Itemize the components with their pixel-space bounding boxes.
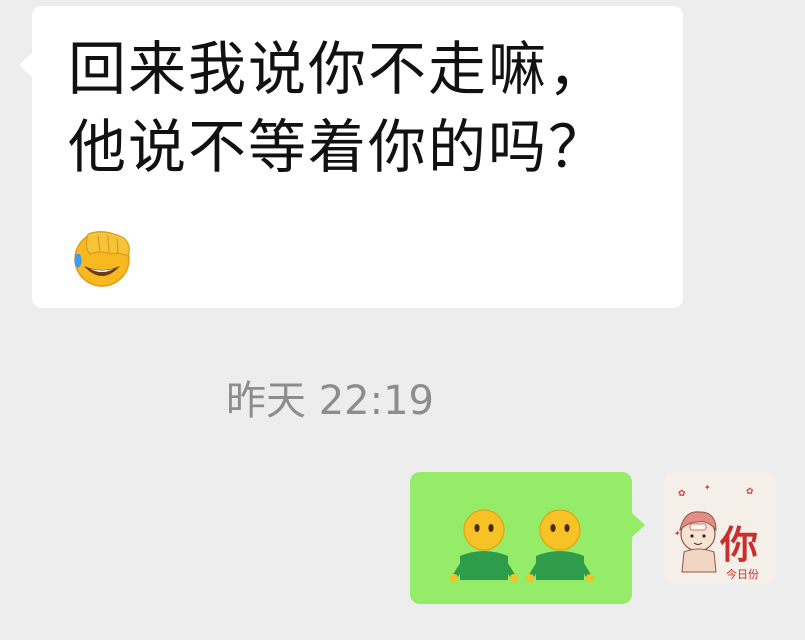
chat-window: 回来我说你不走嘛， 他说不等着你的吗？ 昨天 22:19 ✿ ✦ ✿ ✦ 你 今…	[0, 0, 805, 640]
avatar-illustration: ✿ ✦ ✿ ✦ 你 今日份	[664, 472, 776, 584]
message-text-line-1: 回来我说你不走嘛，	[68, 35, 609, 103]
person-icon	[526, 509, 594, 582]
incoming-message-bubble[interactable]: 回来我说你不走嘛， 他说不等着你的吗？	[19, 6, 683, 308]
message-timestamp: 昨天 22:19	[226, 378, 434, 424]
facepalm-laugh-icon	[74, 231, 130, 287]
svg-text:✿: ✿	[678, 489, 686, 499]
avatar[interactable]: ✿ ✦ ✿ ✦ 你 今日份	[664, 472, 776, 584]
outgoing-message-bubble[interactable]	[410, 472, 645, 604]
person-icon	[450, 509, 518, 582]
avatar-caption: 今日份	[726, 567, 759, 581]
message-text-line-2: 他说不等着你的吗？	[68, 113, 609, 181]
avatar-title-char: 你	[719, 523, 758, 567]
svg-text:✿: ✿	[746, 487, 754, 497]
svg-text:✦: ✦	[704, 483, 711, 492]
